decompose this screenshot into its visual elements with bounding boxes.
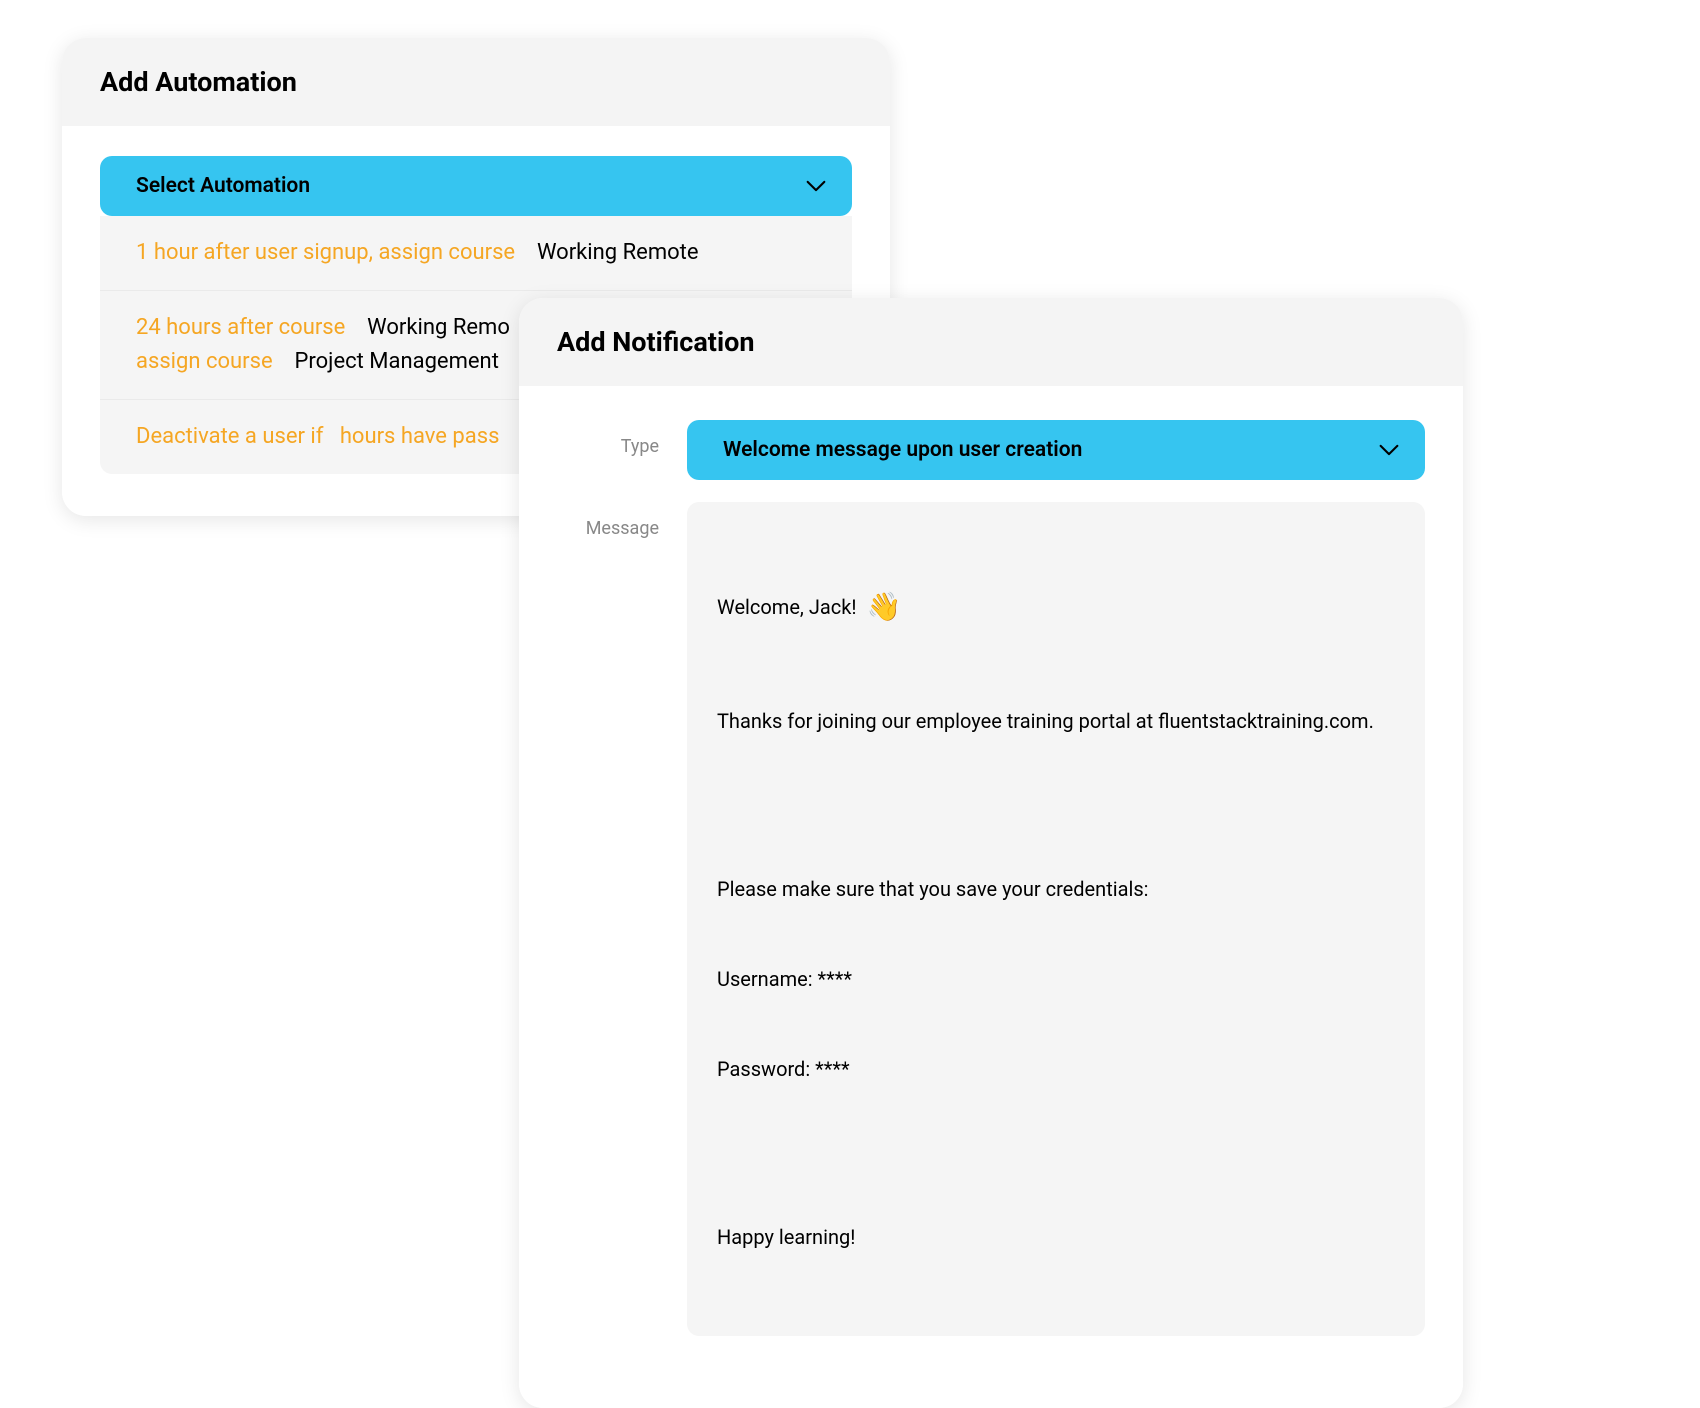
automation-rule-text: 1 hour after user signup, assign course (136, 240, 515, 265)
message-label: Message (569, 502, 687, 539)
message-credentials-block: Please make sure that you save your cred… (717, 814, 1395, 1144)
message-line: Please make sure that you save your cred… (717, 874, 1395, 904)
notification-type-dropdown[interactable]: Welcome message upon user creation (687, 420, 1425, 480)
message-password-line: Password: **** (717, 1054, 1395, 1084)
automation-rule-text: 24 hours after course (136, 315, 345, 340)
automation-rule-text: assign course (136, 349, 273, 374)
message-textarea[interactable]: Welcome, Jack! 👋 Thanks for joining our … (687, 502, 1425, 1336)
automation-item[interactable]: 1 hour after user signup, assign course … (100, 216, 852, 290)
notification-card-body: Type Welcome message upon user creation … (519, 386, 1463, 1408)
automation-card-title: Add Automation (62, 38, 890, 126)
notification-type-value: Welcome message upon user creation (723, 438, 1082, 462)
select-automation-dropdown[interactable]: Select Automation (100, 156, 852, 216)
message-row: Message Welcome, Jack! 👋 Thanks for join… (569, 502, 1425, 1336)
message-greeting: Welcome, Jack! (717, 592, 857, 622)
automation-rule-value: Working Remo (367, 315, 510, 340)
automation-rule-value: Working Remote (537, 240, 699, 265)
type-row: Type Welcome message upon user creation (569, 420, 1425, 480)
notification-card-title: Add Notification (519, 298, 1463, 386)
add-notification-card: Add Notification Type Welcome message up… (519, 298, 1463, 1408)
automation-rule-value: Project Management (295, 349, 499, 374)
message-line: Thanks for joining our employee training… (717, 706, 1395, 736)
chevron-down-icon (806, 180, 826, 192)
chevron-down-icon (1379, 444, 1399, 456)
wave-icon: 👋 (867, 586, 902, 628)
type-label: Type (569, 420, 687, 457)
message-closing: Happy learning! (717, 1222, 1395, 1252)
message-username-line: Username: **** (717, 964, 1395, 994)
select-automation-label: Select Automation (136, 174, 310, 198)
automation-rule-text: Deactivate a user if (136, 424, 323, 449)
automation-rule-text: hours have pass (340, 424, 500, 449)
